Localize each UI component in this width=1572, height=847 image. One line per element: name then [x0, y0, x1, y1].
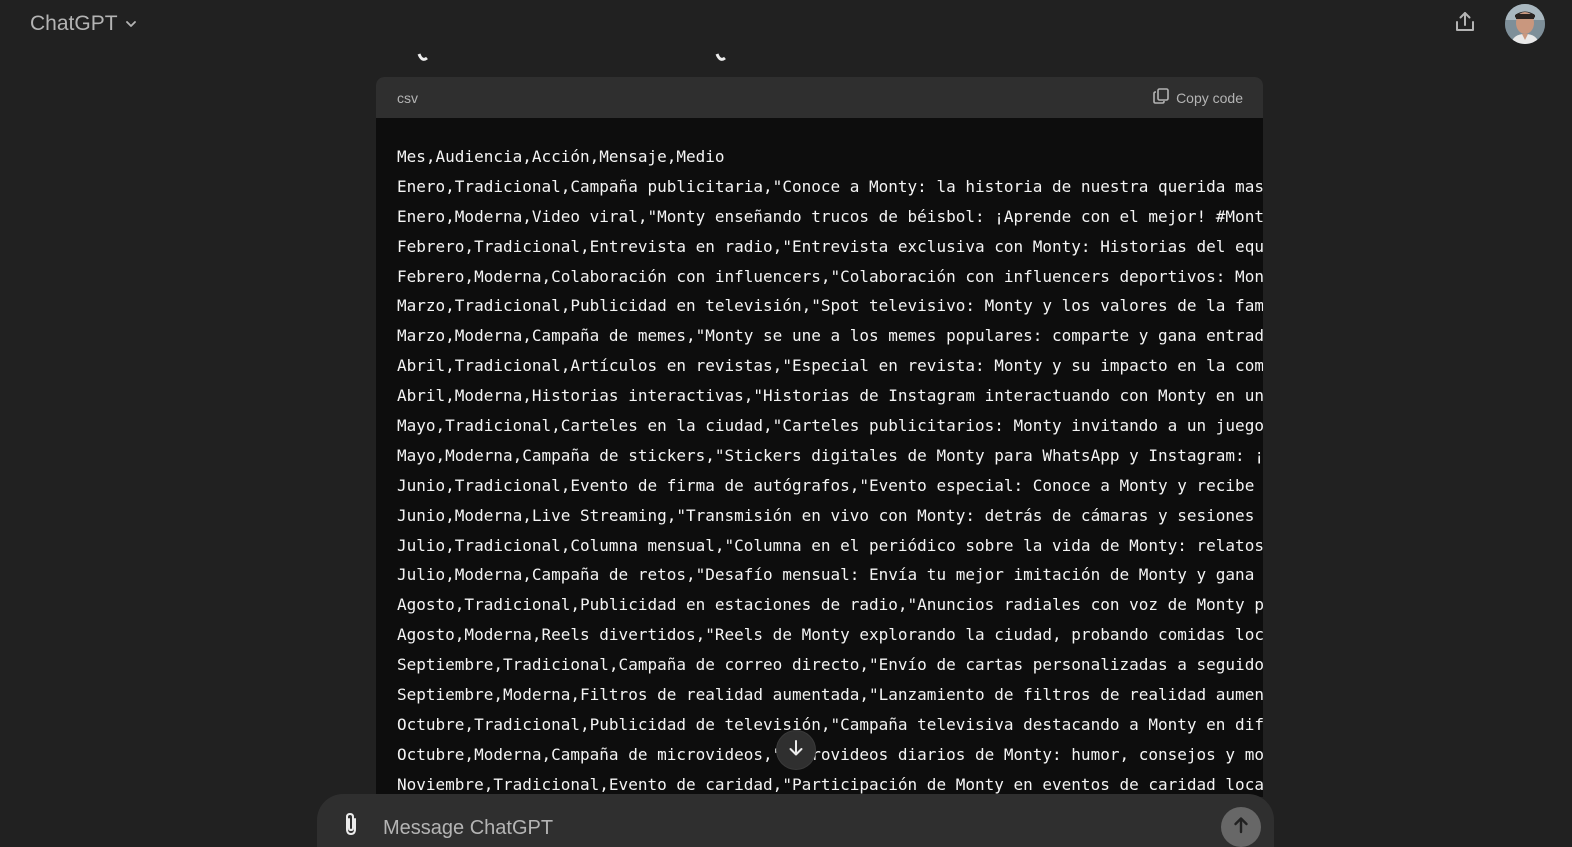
share-icon [1452, 9, 1478, 40]
code-line: Enero,Tradicional,Campaña publicitaria,"… [397, 176, 1263, 196]
code-line: Agosto,Tradicional,Publicidad en estacio… [397, 595, 1263, 615]
scroll-to-bottom-button[interactable] [776, 730, 816, 770]
copy-icon [1152, 87, 1170, 108]
share-button[interactable] [1446, 6, 1484, 42]
code-line: Abril,Tradicional,Artículos en revistas,… [397, 356, 1263, 376]
code-line: Mayo,Tradicional,Carteles en la ciudad,"… [397, 416, 1263, 436]
code-line: Mes,Audiencia,Acción,Mensaje,Medio [397, 147, 725, 166]
message-input[interactable] [381, 812, 1205, 844]
model-selector[interactable]: ChatGPT [22, 8, 146, 40]
code-block: csv Copy code Mes,Audiencia,Acción,Mensa… [376, 77, 1263, 797]
chat-window: ChatGPT csv Copy code Mes,Audiencia,Acci… [0, 0, 1572, 847]
code-line: Noviembre,Tradicional,Evento de caridad,… [397, 774, 1263, 794]
code-line: Marzo,Tradicional,Publicidad en televisi… [397, 296, 1263, 316]
model-name: ChatGPT [30, 12, 118, 35]
code-block-header: csv Copy code [376, 77, 1263, 118]
code-line: Enero,Moderna,Video viral,"Monty enseñan… [397, 206, 1263, 226]
code-line: Septiembre,Moderna,Filtros de realidad a… [397, 685, 1263, 705]
code-line: Octubre,Tradicional,Publicidad de televi… [397, 714, 1263, 734]
code-language-label: csv [397, 89, 418, 106]
code-line: Septiembre,Tradicional,Campaña de correo… [397, 655, 1263, 675]
code-line: Agosto,Moderna,Reels divertidos,"Reels d… [397, 625, 1263, 645]
code-line: Febrero,Moderna,Colaboración con influen… [397, 266, 1263, 286]
send-button[interactable] [1221, 807, 1261, 847]
arrow-up-icon [1230, 814, 1252, 841]
code-line: Junio,Tradicional,Evento de firma de aut… [397, 475, 1263, 495]
code-line: Julio,Moderna,Campaña de retos,"Desafío … [397, 565, 1263, 585]
code-line: Abril,Moderna,Historias interactivas,"Hi… [397, 386, 1263, 406]
avatar[interactable] [1505, 4, 1545, 44]
code-line: Octubre,Moderna,Campaña de microvideos,"… [397, 744, 1263, 764]
cut-off-heading [397, 40, 897, 62]
paperclip-icon [339, 810, 363, 843]
message-composer [317, 794, 1274, 847]
chevron-down-icon [124, 17, 138, 31]
arrow-down-icon [786, 738, 806, 763]
copy-code-label: Copy code [1176, 89, 1243, 106]
attach-button[interactable] [335, 808, 367, 844]
code-line: Febrero,Tradicional,Entrevista en radio,… [397, 236, 1263, 256]
code-line: Mayo,Moderna,Campaña de stickers,"Sticke… [397, 445, 1263, 465]
code-line: Marzo,Moderna,Campaña de memes,"Monty se… [397, 326, 1263, 346]
code-content: Mes,Audiencia,Acción,Mensaje,Medio Enero,… [376, 118, 1263, 797]
code-line: Julio,Tradicional,Columna mensual,"Colum… [397, 535, 1263, 555]
copy-code-button[interactable]: Copy code [1152, 87, 1243, 108]
code-line: Junio,Moderna,Live Streaming,"Transmisió… [397, 505, 1263, 525]
